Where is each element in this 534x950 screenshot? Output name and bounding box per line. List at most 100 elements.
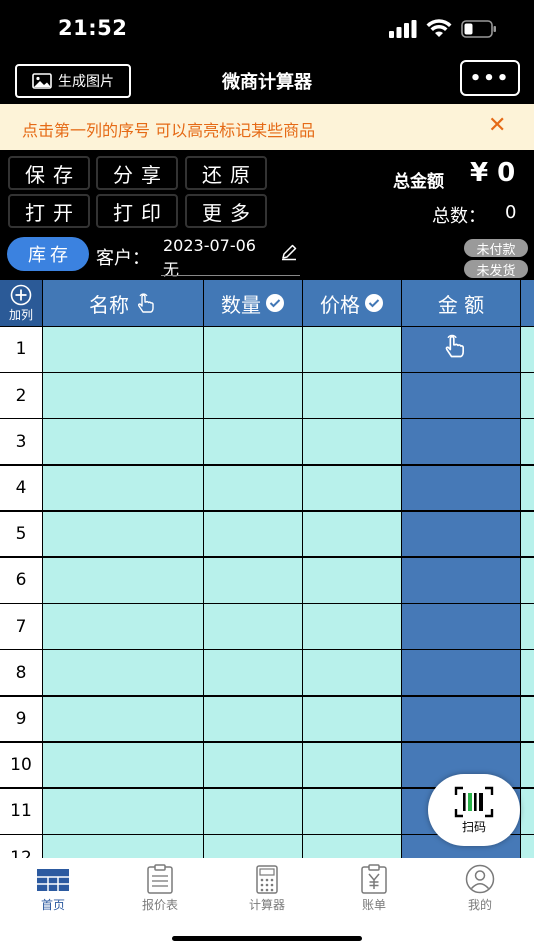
add-column-label: 加列 (8, 307, 33, 322)
cell-qty[interactable] (204, 604, 302, 649)
cell-amount[interactable] (402, 558, 520, 603)
cell-price[interactable] (303, 327, 401, 372)
row-number[interactable]: 4 (0, 465, 42, 511)
stock-button[interactable]: 库存 (7, 237, 89, 271)
cell-name[interactable] (43, 650, 203, 696)
cell-amount[interactable] (402, 419, 520, 465)
row-number[interactable]: 6 (0, 558, 42, 603)
row-number[interactable]: 7 (0, 604, 42, 649)
row-number[interactable]: 10 (0, 742, 42, 788)
cell-extra (521, 511, 534, 557)
cell-price[interactable] (303, 465, 401, 511)
cell-qty[interactable] (204, 742, 302, 788)
cell-qty[interactable] (204, 558, 302, 603)
unshipped-tag[interactable]: 未发货 (464, 260, 528, 279)
column-header-amount[interactable]: 金 额 (402, 280, 520, 326)
row-number[interactable]: 5 (0, 511, 42, 557)
row-number[interactable]: 2 (0, 373, 42, 418)
ellipsis-icon: ••• (469, 67, 511, 89)
column-header-qty[interactable]: 数量 (204, 280, 302, 326)
tab-quote-label: 报价表 (141, 898, 178, 912)
cell-qty[interactable] (204, 789, 302, 834)
cellular-signal-icon (389, 20, 417, 38)
cell-name[interactable] (43, 696, 203, 742)
tab-bill[interactable]: 账单 (344, 864, 404, 913)
cell-extra (521, 373, 534, 418)
row-number[interactable]: 11 (0, 789, 42, 834)
cell-price[interactable] (303, 650, 401, 696)
notice-banner: 点击第一列的序号 可以高亮标记某些商品 ✕ (0, 104, 534, 150)
print-button[interactable]: 打印 (96, 194, 178, 228)
close-icon[interactable]: ✕ (488, 113, 506, 138)
cell-name[interactable] (43, 465, 203, 511)
cell-name[interactable] (43, 419, 203, 465)
cell-extra (521, 742, 534, 788)
row-number[interactable]: 9 (0, 696, 42, 742)
save-button[interactable]: 保存 (8, 156, 90, 190)
cell-amount[interactable] (402, 696, 520, 742)
cell-qty[interactable] (204, 373, 302, 418)
tab-home[interactable]: 首页 (23, 864, 83, 913)
cell-qty[interactable] (204, 419, 302, 465)
cell-price[interactable] (303, 742, 401, 788)
unpaid-tag[interactable]: 未付款 (464, 239, 528, 258)
cell-name[interactable] (43, 558, 203, 603)
cell-price[interactable] (303, 835, 401, 858)
row-number[interactable]: 8 (0, 650, 42, 696)
tab-profile[interactable]: 我的 (450, 864, 510, 913)
cell-price[interactable] (303, 604, 401, 649)
cell-name[interactable] (43, 789, 203, 834)
more-button[interactable]: 更多 (185, 194, 267, 228)
tab-home-label: 首页 (40, 898, 65, 912)
column-header-price-label: 价格 (320, 292, 360, 317)
tab-quote[interactable]: 报价表 (130, 864, 190, 913)
cell-price[interactable] (303, 696, 401, 742)
restore-button[interactable]: 还原 (185, 156, 267, 190)
row-number[interactable]: 1 (0, 327, 42, 372)
customer-name[interactable]: 无 (163, 256, 179, 280)
cell-name[interactable] (43, 511, 203, 557)
clipboard-icon (147, 864, 173, 894)
cell-name[interactable] (43, 327, 203, 372)
cell-amount[interactable] (402, 650, 520, 696)
cell-qty[interactable] (204, 835, 302, 858)
open-button[interactable]: 打开 (8, 194, 90, 228)
row-number[interactable]: 3 (0, 419, 42, 465)
row-number[interactable]: 12 (0, 835, 42, 858)
cell-name[interactable] (43, 604, 203, 649)
share-button[interactable]: 分享 (96, 156, 178, 190)
cell-name[interactable] (43, 373, 203, 418)
tab-calculator[interactable]: 计算器 (237, 864, 297, 913)
cell-extra (521, 465, 534, 511)
page-title: 微商计算器 (222, 72, 312, 93)
calculator-icon (256, 865, 278, 894)
cell-extra (521, 604, 534, 649)
toolbar: 保存 分享 还原 打开 打印 更多 总金额 ¥ 0 总数： 0 库存 客户： 2… (0, 150, 534, 280)
column-header-name[interactable]: 名称 (43, 280, 203, 326)
cell-name[interactable] (43, 835, 203, 858)
cell-amount[interactable] (402, 465, 520, 511)
cell-price[interactable] (303, 419, 401, 465)
check-circle-icon (365, 294, 383, 312)
status-bar: 21:52 (0, 0, 534, 58)
cell-qty[interactable] (204, 650, 302, 696)
cell-price[interactable] (303, 789, 401, 834)
cell-qty[interactable] (204, 511, 302, 557)
column-header-price[interactable]: 价格 (303, 280, 401, 326)
cell-price[interactable] (303, 558, 401, 603)
cell-qty[interactable] (204, 696, 302, 742)
cell-price[interactable] (303, 511, 401, 557)
total-count-value: 0 (505, 202, 517, 223)
cell-price[interactable] (303, 373, 401, 418)
cell-amount[interactable] (402, 373, 520, 418)
more-options-button[interactable]: ••• (460, 60, 520, 96)
cell-qty[interactable] (204, 327, 302, 372)
cell-amount[interactable] (402, 604, 520, 649)
cell-qty[interactable] (204, 465, 302, 511)
customer-date[interactable]: 2023-07-06 (163, 236, 256, 255)
cell-name[interactable] (43, 742, 203, 788)
cell-amount[interactable] (402, 511, 520, 557)
scan-button[interactable]: 扫码 (428, 774, 520, 846)
add-column-button[interactable]: 加列 (0, 280, 42, 326)
edit-pencil-icon[interactable] (280, 243, 298, 261)
